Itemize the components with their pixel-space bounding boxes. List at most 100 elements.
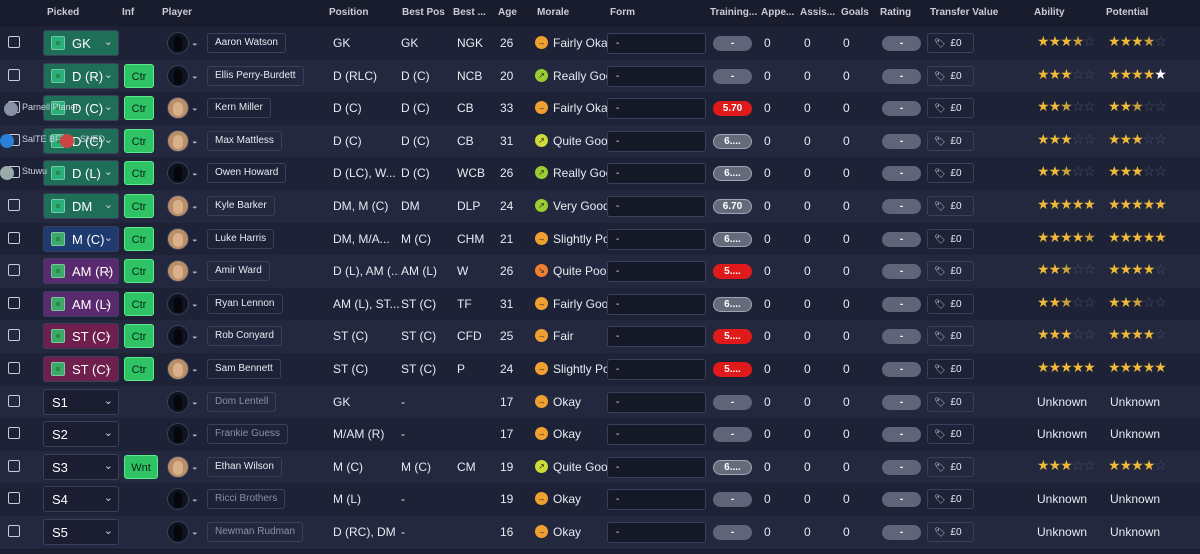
player-name-link[interactable]: Sam Bennett xyxy=(207,359,281,379)
position-select[interactable]: S1 ⌄ xyxy=(43,388,119,415)
col-picked-header[interactable]: Picked xyxy=(47,7,79,18)
player-name-link[interactable]: Ethan Wilson xyxy=(207,456,282,477)
position-select[interactable]: DM ⌄ xyxy=(43,193,119,219)
position-select[interactable]: D (R) ⌄ xyxy=(43,62,119,89)
pick-checkbox[interactable] xyxy=(8,492,20,505)
player-name-link[interactable]: Ricci Brothers xyxy=(207,489,286,510)
pick-checkbox[interactable] xyxy=(8,427,20,440)
col-player-header[interactable]: Player xyxy=(162,7,192,18)
table-row[interactable]: S3 ⌄ Wnt ◒ Ethan Wilson M (C) M (C) CM 19 ↗ Quite … xyxy=(0,450,1200,485)
table-row[interactable]: AM (R) ⌄ Ctr ◒ Amir Ward D (L), AM (... AM (L)… xyxy=(0,255,1200,289)
transfer-value-cell[interactable]: 🏷 £0 xyxy=(927,33,974,53)
table-row[interactable]: D (C) ⌄ Ctr ◒ Kern Miller D (C) D (C) CB 33 → Fair… xyxy=(0,92,1200,126)
instruction-badge[interactable]: Wnt xyxy=(124,454,158,479)
col-goals-header[interactable]: Goals xyxy=(841,7,869,18)
pick-checkbox[interactable] xyxy=(8,264,20,277)
player-name-link[interactable]: Rob Conyard xyxy=(207,326,282,347)
table-row[interactable]: D (L) ⌄ Ctr ◒ Owen Howard D (LC), W... D (C) WC… xyxy=(0,157,1200,191)
table-row[interactable]: AM (L) ⌄ Ctr ◒ Ryan Lennon AM (L), ST... ST (C… xyxy=(0,287,1200,322)
table-row[interactable]: ST (C) ⌄ Ctr ◒ Rob Conyard ST (C) ST (C) CFD 25 →… xyxy=(0,320,1200,354)
table-row[interactable]: S4 ⌄ ◒ Ricci Brothers M (L) -19 → Okay - -0 0 0- 🏷 £0… xyxy=(0,483,1200,517)
position-select[interactable]: M (C) ⌄ xyxy=(43,225,119,252)
table-row[interactable]: S2 ⌄ ◒ Frankie Guess M/AM (R) -17 → Okay - -0 0 0- 🏷… xyxy=(0,418,1200,452)
position-select[interactable]: ST (C) ⌄ xyxy=(43,323,119,350)
col-inf-header[interactable]: Inf xyxy=(122,7,134,18)
table-row[interactable]: GK ⌄ ◒ Aaron Watson GK GK NGK 26 → Fairly Okay - -0… xyxy=(0,27,1200,61)
pick-checkbox[interactable] xyxy=(8,68,20,81)
pick-checkbox[interactable] xyxy=(8,329,20,342)
player-name-link[interactable]: Frankie Guess xyxy=(207,424,289,445)
table-row[interactable]: D (C) ⌄ Ctr ◒ Max Mattless D (C) D (C) CB 31 ↗ Qui… xyxy=(0,124,1200,159)
col-assists-header[interactable]: Assis... xyxy=(800,7,835,18)
pick-checkbox[interactable] xyxy=(8,394,20,407)
player-name-link[interactable]: Luke Harris xyxy=(207,228,275,249)
col-ability-header[interactable]: Ability xyxy=(1034,7,1065,18)
position-select[interactable]: S2 ⌄ xyxy=(43,421,119,448)
player-name-link[interactable]: Ellis Perry-Burdett xyxy=(207,65,304,86)
col-position-header[interactable]: Position xyxy=(329,7,368,18)
table-row[interactable]: DM ⌄ Ctr ◒ Kyle Barker DM, M (C) DM DLP 24 ↗ Very … xyxy=(0,190,1200,224)
transfer-value-cell[interactable]: 🏷 £0 xyxy=(927,261,974,282)
table-row[interactable]: D (R) ⌄ Ctr ◒ Ellis Perry-Burdett D (RLC) D (C… xyxy=(0,59,1200,94)
col-best-role-header[interactable]: Best ... xyxy=(453,7,486,18)
transfer-value-cell[interactable]: 🏷 £0 xyxy=(927,359,974,379)
player-name-link[interactable]: Ryan Lennon xyxy=(207,293,283,314)
pick-checkbox[interactable] xyxy=(8,296,20,309)
transfer-value-cell[interactable]: 🏷 £0 xyxy=(927,456,974,477)
pick-checkbox[interactable] xyxy=(8,459,20,472)
position-select[interactable]: GK ⌄ xyxy=(43,30,119,56)
instruction-badge[interactable]: Ctr xyxy=(124,259,154,284)
transfer-value-cell[interactable]: 🏷 £0 xyxy=(927,293,974,314)
instruction-badge[interactable]: Ctr xyxy=(124,291,154,316)
table-row[interactable]: S1 ⌄ ◒ Dom Lentell GK -17 → Okay - -0 0 0- 🏷 £0 Unknow… xyxy=(0,385,1200,420)
position-select[interactable]: S4 ⌄ xyxy=(43,486,119,513)
pick-checkbox[interactable] xyxy=(8,199,20,211)
pick-checkbox[interactable] xyxy=(8,36,20,48)
position-select[interactable]: AM (R) ⌄ xyxy=(43,258,119,285)
position-select[interactable]: S3 ⌄ xyxy=(43,453,119,480)
table-row[interactable]: ST (C) ⌄ Ctr ◒ Sam Bennett ST (C) ST (C) P 24 → Sl… xyxy=(0,353,1200,387)
transfer-value-cell[interactable]: 🏷 £0 xyxy=(927,130,974,151)
transfer-value-cell[interactable]: 🏷 £0 xyxy=(927,326,974,347)
transfer-value-cell[interactable]: 🏷 £0 xyxy=(927,163,974,184)
col-rating-header[interactable]: Rating xyxy=(880,7,911,18)
player-name-link[interactable]: Dom Lentell xyxy=(207,391,277,412)
position-select[interactable]: AM (L) ⌄ xyxy=(43,290,119,317)
transfer-value-cell[interactable]: 🏷 £0 xyxy=(927,391,974,412)
table-row[interactable]: S5 ⌄ ◒ Newman Rudman D (RC), DM -16 → Okay - -0 0 0… xyxy=(0,516,1200,550)
player-name-link[interactable]: Owen Howard xyxy=(207,163,287,184)
transfer-value-cell[interactable]: 🏷 £0 xyxy=(927,65,974,86)
pick-checkbox[interactable] xyxy=(8,362,20,374)
transfer-value-cell[interactable]: 🏷 £0 xyxy=(927,489,974,510)
col-form-header[interactable]: Form xyxy=(610,7,635,18)
instruction-badge[interactable]: Ctr xyxy=(124,226,154,251)
instruction-badge[interactable]: Ctr xyxy=(124,357,154,381)
instruction-badge[interactable]: Ctr xyxy=(124,324,154,349)
player-name-link[interactable]: Max Mattless xyxy=(207,130,282,151)
instruction-badge[interactable]: Ctr xyxy=(124,96,154,121)
transfer-value-cell[interactable]: 🏷 £0 xyxy=(927,98,974,119)
player-name-link[interactable]: Aaron Watson xyxy=(207,33,286,53)
transfer-value-cell[interactable]: 🏷 £0 xyxy=(927,424,974,445)
transfer-value-cell[interactable]: 🏷 £0 xyxy=(927,196,974,216)
instruction-badge[interactable]: Ctr xyxy=(124,128,154,153)
transfer-value-cell[interactable]: 🏷 £0 xyxy=(927,228,974,249)
col-training-header[interactable]: Training... xyxy=(710,7,757,18)
col-best-pos-header[interactable]: Best Pos xyxy=(402,7,445,18)
col-potential-header[interactable]: Potential xyxy=(1106,7,1148,18)
player-name-link[interactable]: Amir Ward xyxy=(207,261,270,282)
col-transfer-value-header[interactable]: Transfer Value xyxy=(930,7,998,18)
player-name-link[interactable]: Kyle Barker xyxy=(207,196,275,216)
instruction-badge[interactable]: Ctr xyxy=(124,161,154,186)
instruction-badge[interactable]: Ctr xyxy=(124,63,154,88)
col-apps-header[interactable]: Appe... xyxy=(761,7,794,18)
pick-checkbox[interactable] xyxy=(8,525,20,537)
transfer-value-cell[interactable]: 🏷 £0 xyxy=(927,522,974,542)
player-name-link[interactable]: Newman Rudman xyxy=(207,522,304,542)
instruction-badge[interactable]: Ctr xyxy=(124,194,154,218)
position-select[interactable]: S5 ⌄ xyxy=(43,519,119,545)
table-row[interactable]: M (C) ⌄ Ctr ◒ Luke Harris DM, M/A... M (C) CHM 2… xyxy=(0,222,1200,257)
pick-checkbox[interactable] xyxy=(8,231,20,244)
player-name-link[interactable]: Kern Miller xyxy=(207,98,271,119)
position-select[interactable]: ST (C) ⌄ xyxy=(43,356,119,382)
